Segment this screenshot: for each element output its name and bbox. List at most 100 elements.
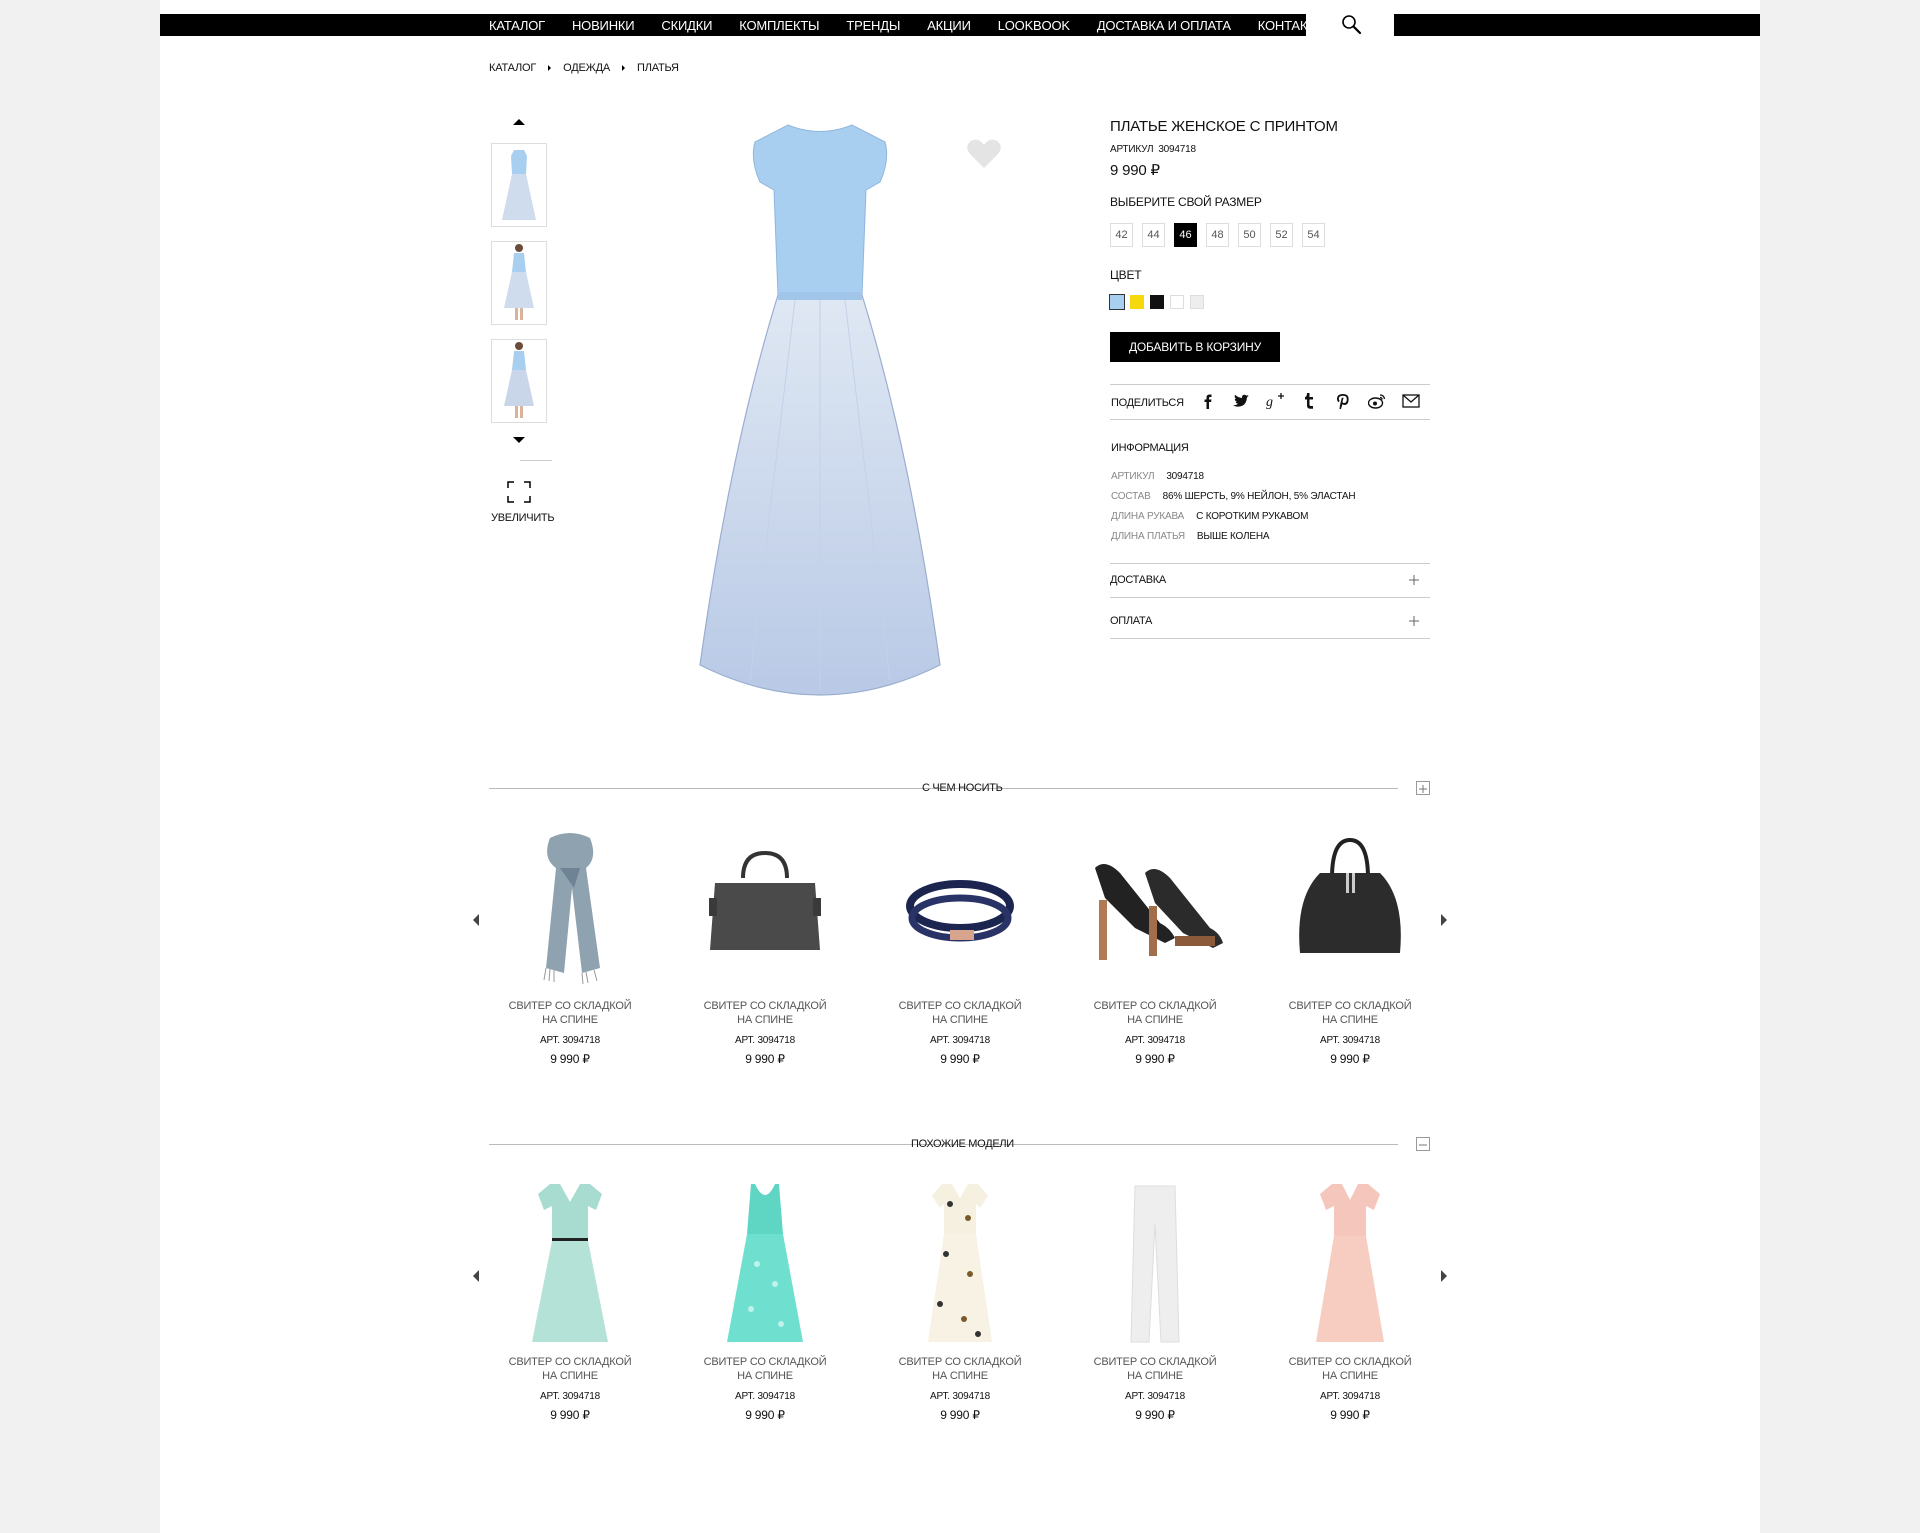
nav-item-catalog[interactable]: КАТАЛОГ <box>489 18 545 33</box>
breadcrumb-catalog[interactable]: КАТАЛОГ <box>489 62 536 74</box>
nav-item-trends[interactable]: ТРЕНДЫ <box>846 18 900 33</box>
size-option-50[interactable]: 50 <box>1238 223 1261 247</box>
nav-item-delivery[interactable]: ДОСТАВКА И ОПЛАТА <box>1097 18 1231 33</box>
wear-with-prev-arrow-icon[interactable] <box>473 914 479 926</box>
divider <box>1110 597 1430 598</box>
card-price: 9 990 ₽ <box>940 1408 980 1422</box>
tumblr-icon[interactable] <box>1300 392 1318 410</box>
similar-prev-arrow-icon[interactable] <box>473 1270 479 1282</box>
similar-next-arrow-icon[interactable] <box>1441 1270 1447 1282</box>
size-label: ВЫБЕРИТЕ СВОЙ РАЗМЕР <box>1110 195 1262 209</box>
wear-with-next-arrow-icon[interactable] <box>1441 914 1447 926</box>
thumbnail-model-back[interactable] <box>491 339 547 423</box>
product-sku-label: АРТИКУЛ <box>1110 144 1154 155</box>
size-option-42[interactable]: 42 <box>1110 223 1133 247</box>
card-name-line2: НА СПИНЕ <box>542 1370 598 1382</box>
color-selector <box>1109 294 1210 310</box>
card-name-line2: НА СПИНЕ <box>737 1014 793 1026</box>
wear-with-expand-plus-icon[interactable] <box>1416 781 1430 795</box>
card-name-line2: НА СПИНЕ <box>737 1370 793 1382</box>
scarf-icon <box>543 833 600 985</box>
card-name-line1: СВИТЕР СО СКЛАДКОЙ <box>1093 1356 1217 1368</box>
color-swatch-yellow[interactable] <box>1130 295 1144 309</box>
weibo-icon[interactable] <box>1368 392 1386 410</box>
nav-item-sets[interactable]: КОМПЛЕКТЫ <box>739 18 819 33</box>
mail-icon[interactable] <box>1402 392 1420 410</box>
payment-expand-plus-icon[interactable] <box>1408 615 1420 627</box>
card-name-line1: СВИТЕР СО СКЛАДКОЙ <box>508 1000 632 1012</box>
card-price: 9 990 ₽ <box>1135 1052 1175 1066</box>
attr-value: ВЫШЕ КОЛЕНА <box>1196 531 1270 542</box>
size-option-44[interactable]: 44 <box>1142 223 1165 247</box>
card-name-line1: СВИТЕР СО СКЛАДКОЙ <box>898 1000 1022 1012</box>
card-name-line2: НА СПИНЕ <box>1322 1014 1378 1026</box>
product-main-image <box>699 124 941 696</box>
attr-row-composition: СОСТАВ 86% ШЕРСТЬ, 9% НЕЙЛОН, 5% ЭЛАСТАН <box>1111 491 1356 502</box>
card-name-line1: СВИТЕР СО СКЛАДКОЙ <box>508 1356 632 1368</box>
mint-dress-icon <box>532 1184 608 1342</box>
share-icons: g <box>1198 392 1436 410</box>
breadcrumb-dresses[interactable]: ПЛАТЬЯ <box>637 62 679 74</box>
attr-key: ДЛИНА РУКАВА <box>1111 511 1185 522</box>
attr-row-sku: АРТИКУЛ 3094718 <box>1111 471 1204 482</box>
pink-dress-icon <box>1316 1184 1384 1342</box>
delivery-accordion[interactable]: ДОСТАВКА <box>1110 574 1166 586</box>
card-price: 9 990 ₽ <box>940 1052 980 1066</box>
thumbnail-model-front[interactable] <box>491 241 547 325</box>
card-price: 9 990 ₽ <box>745 1408 785 1422</box>
top-nav: КАТАЛОГ НОВИНКИ СКИДКИ КОМПЛЕКТЫ ТРЕНДЫ … <box>160 14 1327 36</box>
search-icon[interactable] <box>1341 14 1363 36</box>
nav-item-new[interactable]: НОВИНКИ <box>572 18 635 33</box>
card-name-line1: СВИТЕР СО СКЛАДКОЙ <box>1093 1000 1217 1012</box>
attr-value: 86% ШЕРСТЬ, 9% НЕЙЛОН, 5% ЭЛАСТАН <box>1162 491 1356 502</box>
card-sku: АРТ. 3094718 <box>930 1035 990 1046</box>
size-option-54[interactable]: 54 <box>1302 223 1325 247</box>
nav-item-contacts[interactable]: КОНТАКТЫ <box>1258 18 1327 33</box>
nav-item-promo[interactable]: АКЦИИ <box>927 18 971 33</box>
card-price: 9 990 ₽ <box>1135 1408 1175 1422</box>
divider <box>1110 638 1430 639</box>
divider <box>1110 419 1430 420</box>
card-sku: АРТ. 3094718 <box>1320 1391 1380 1402</box>
card-sku: АРТ. 3094718 <box>540 1391 600 1402</box>
color-swatch-white[interactable] <box>1170 295 1184 309</box>
divider <box>1110 384 1430 385</box>
size-option-52[interactable]: 52 <box>1270 223 1293 247</box>
color-swatch-light-gray[interactable] <box>1190 295 1204 309</box>
zoom-icon[interactable] <box>507 481 531 503</box>
color-label: ЦВЕТ <box>1110 268 1142 282</box>
shoes-icon <box>1095 864 1223 960</box>
card-name-line2: НА СПИНЕ <box>1322 1370 1378 1382</box>
nav-item-sale[interactable]: СКИДКИ <box>661 18 712 33</box>
color-swatch-light-blue[interactable] <box>1109 294 1125 310</box>
nav-item-lookbook[interactable]: LOOKBOOK <box>998 18 1070 33</box>
zoom-label[interactable]: УВЕЛИЧИТЬ <box>491 512 555 524</box>
thumbnails-divider <box>520 460 552 461</box>
breadcrumb: КАТАЛОГ ОДЕЖДА ПЛАТЬЯ <box>489 62 679 74</box>
twitter-icon[interactable] <box>1232 392 1250 410</box>
similar-collapse-minus-icon[interactable] <box>1416 1137 1430 1151</box>
attr-key: ДЛИНА ПЛАТЬЯ <box>1111 531 1185 542</box>
color-swatch-black[interactable] <box>1150 295 1164 309</box>
thumbnails-up-arrow-icon[interactable] <box>513 119 525 125</box>
thumbnail-front[interactable] <box>491 143 547 227</box>
thumbnails-down-arrow-icon[interactable] <box>513 437 525 443</box>
add-to-cart-button[interactable]: ДОБАВИТЬ В КОРЗИНУ <box>1110 332 1280 362</box>
payment-accordion[interactable]: ОПЛАТА <box>1110 615 1152 627</box>
card-name-line2: НА СПИНЕ <box>1127 1014 1183 1026</box>
pinterest-icon[interactable] <box>1334 392 1352 410</box>
belt-icon <box>906 880 1014 942</box>
facebook-icon[interactable] <box>1198 392 1216 410</box>
wear-with-title: С ЧЕМ НОСИТЬ <box>922 782 1003 794</box>
card-name-line1: СВИТЕР СО СКЛАДКОЙ <box>703 1356 827 1368</box>
size-option-46[interactable]: 46 <box>1174 223 1197 247</box>
card-price: 9 990 ₽ <box>745 1052 785 1066</box>
delivery-expand-plus-icon[interactable] <box>1408 574 1420 586</box>
card-sku: АРТ. 3094718 <box>735 1035 795 1046</box>
favorite-heart-icon[interactable] <box>966 138 1002 170</box>
white-trousers-icon <box>1130 1185 1180 1343</box>
size-option-48[interactable]: 48 <box>1206 223 1229 247</box>
google-plus-icon[interactable]: g <box>1266 392 1284 410</box>
breadcrumb-clothing[interactable]: ОДЕЖДА <box>563 62 610 74</box>
attr-value: С КОРОТКИМ РУКАВОМ <box>1196 511 1309 522</box>
